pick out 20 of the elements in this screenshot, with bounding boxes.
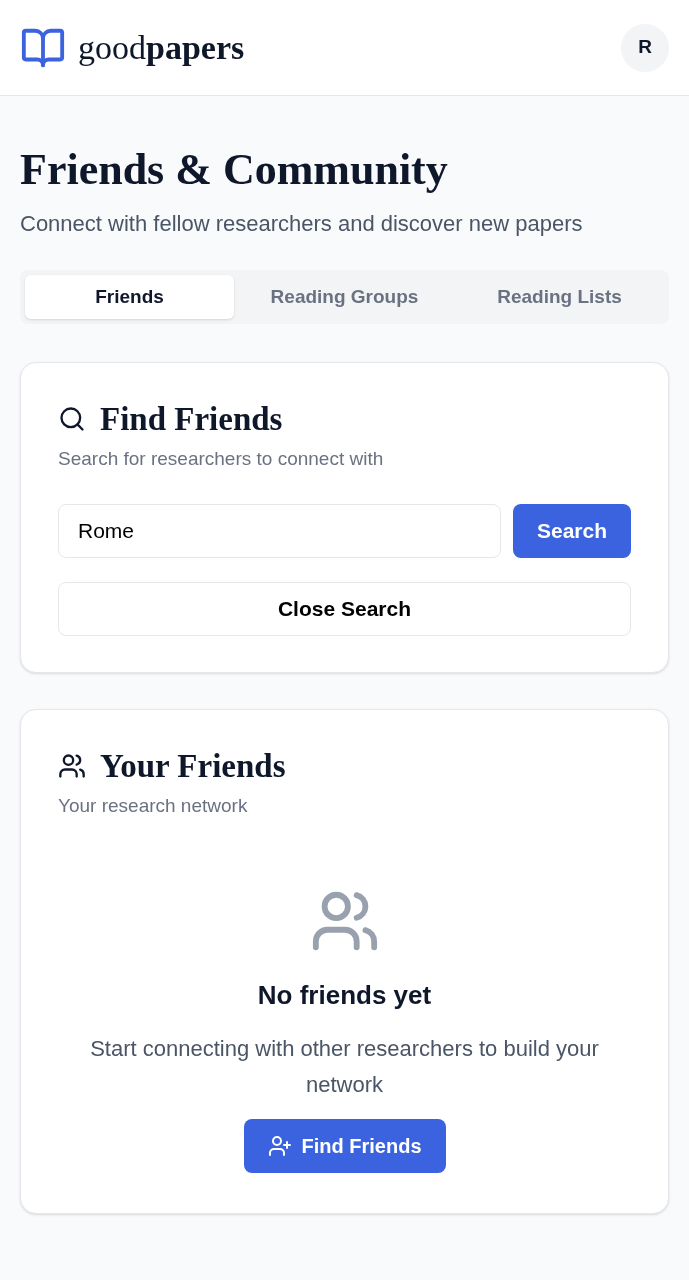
empty-state-message: Start connecting with other researchers to build your network [89,1035,600,1099]
card-description: Search for researchers to connect with [58,447,385,471]
brand-logo[interactable]: goodpapers [78,22,245,73]
card-description: Your research network [58,793,249,818]
search-icon [58,405,86,433]
users-icon [58,751,86,780]
search-field[interactable]: Rome [58,503,501,558]
tab[interactable]: Friends [25,275,234,319]
card-title: Find Friends [100,400,283,439]
empty-state-title: No friends yet [257,979,432,1012]
card-title: Your Friends [100,746,286,786]
search-button[interactable]: Search [512,503,631,558]
user-plus-icon [267,1134,292,1158]
find-friends-button[interactable]: Find Friends [243,1119,446,1173]
tab[interactable]: Reading Lists [455,275,664,319]
page-subtitle: Connect with fellow researchers and discover new papers [20,210,584,238]
user-avatar[interactable]: R [621,23,669,72]
tab[interactable]: Reading Groups [240,275,449,319]
page-title: Friends & Community [20,144,449,196]
close-search-button[interactable]: Close Search [58,581,631,636]
